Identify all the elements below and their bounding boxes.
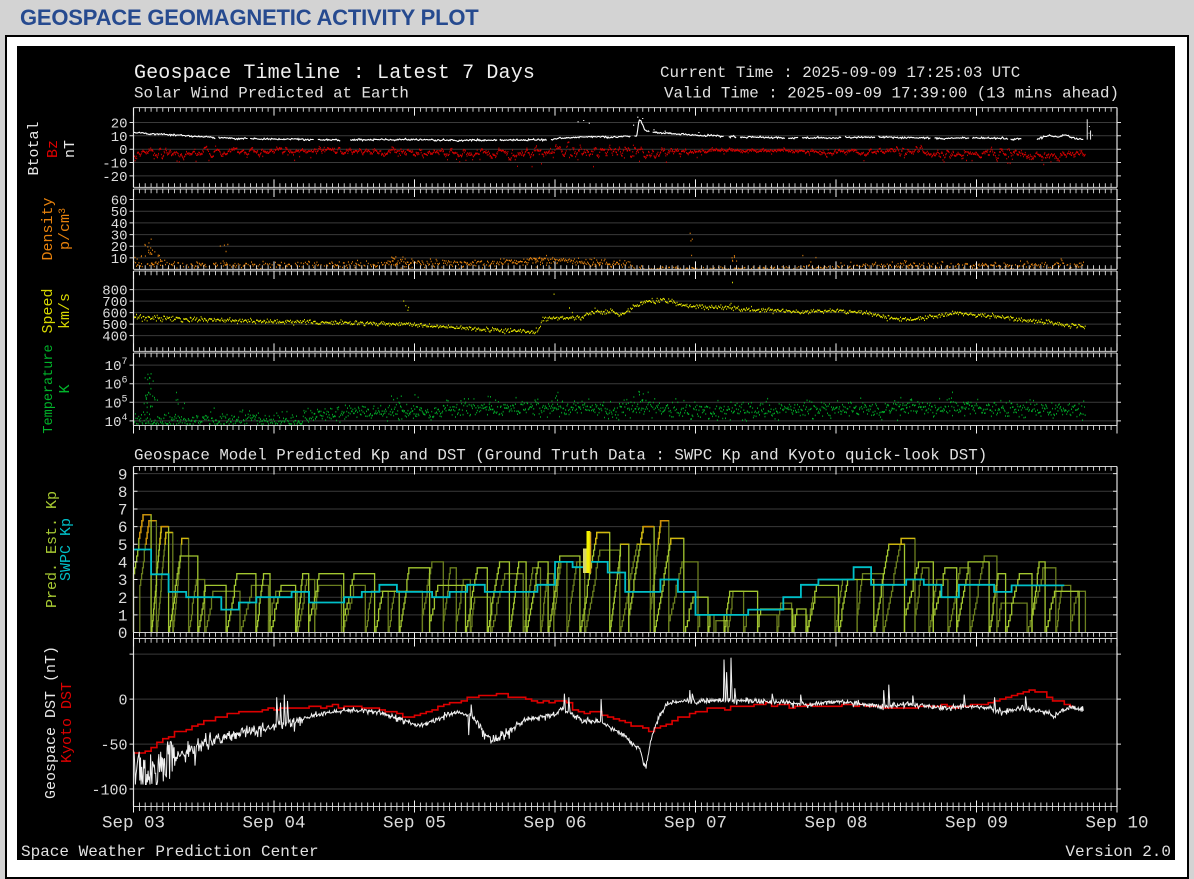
svg-text:Sep 04: Sep 04 xyxy=(242,814,305,834)
svg-text:Kyoto DST: Kyoto DST xyxy=(59,682,76,763)
svg-text:8: 8 xyxy=(118,484,128,502)
svg-text:Space Weather Prediction Cente: Space Weather Prediction Center xyxy=(21,843,319,860)
svg-text:5: 5 xyxy=(118,537,128,555)
svg-text:Geospace DST (nT): Geospace DST (nT) xyxy=(43,646,60,799)
svg-text:K: K xyxy=(57,384,74,393)
svg-text:Sep 09: Sep 09 xyxy=(945,814,1008,834)
svg-text:Valid Time : 2025-09-09 17:39:: Valid Time : 2025-09-09 17:39:00 (13 min… xyxy=(664,85,1119,103)
svg-text:Sep 07: Sep 07 xyxy=(664,814,727,834)
svg-text:10: 10 xyxy=(111,252,128,268)
svg-text:Version 2.0: Version 2.0 xyxy=(1065,843,1171,860)
svg-text:SWPC Kp: SWPC Kp xyxy=(58,518,75,581)
svg-text:0: 0 xyxy=(118,625,128,643)
svg-text:Geospace Model Predicted Kp an: Geospace Model Predicted Kp and DST (Gro… xyxy=(134,447,987,465)
svg-text:Sep 06: Sep 06 xyxy=(523,814,586,834)
svg-text:Btotal: Btotal xyxy=(26,121,43,175)
svg-text:p/cm3: p/cm3 xyxy=(57,208,74,250)
svg-text:-50: -50 xyxy=(100,737,127,754)
svg-text:Temperature: Temperature xyxy=(42,344,57,433)
svg-text:Sep 10: Sep 10 xyxy=(1085,814,1148,834)
svg-text:9: 9 xyxy=(118,466,128,484)
svg-text:Sep 03: Sep 03 xyxy=(102,814,165,834)
svg-text:4: 4 xyxy=(118,555,128,573)
svg-text:km/s: km/s xyxy=(57,293,74,329)
svg-text:0: 0 xyxy=(118,692,127,709)
svg-text:Speed: Speed xyxy=(40,288,57,333)
svg-text:Bz: Bz xyxy=(45,140,62,158)
svg-text:3: 3 xyxy=(118,572,128,590)
svg-text:400: 400 xyxy=(102,330,127,346)
svg-text:Sep 08: Sep 08 xyxy=(804,814,867,834)
svg-text:Density: Density xyxy=(40,197,57,260)
svg-text:2: 2 xyxy=(118,590,128,608)
svg-text:Solar Wind Predicted at Earth: Solar Wind Predicted at Earth xyxy=(134,85,409,103)
svg-text:7: 7 xyxy=(118,502,128,520)
svg-text:-20: -20 xyxy=(102,170,127,186)
svg-text:1: 1 xyxy=(118,607,128,625)
svg-text:Geospace Timeline : Latest 7 D: Geospace Timeline : Latest 7 Days xyxy=(134,62,535,85)
svg-text:Sep 05: Sep 05 xyxy=(383,814,446,834)
svg-text:nT: nT xyxy=(62,140,79,158)
svg-text:6: 6 xyxy=(118,519,128,537)
svg-text:-100: -100 xyxy=(91,782,127,799)
svg-text:Current Time : 2025-09-09 17:2: Current Time : 2025-09-09 17:25:03 UTC xyxy=(660,64,1020,82)
